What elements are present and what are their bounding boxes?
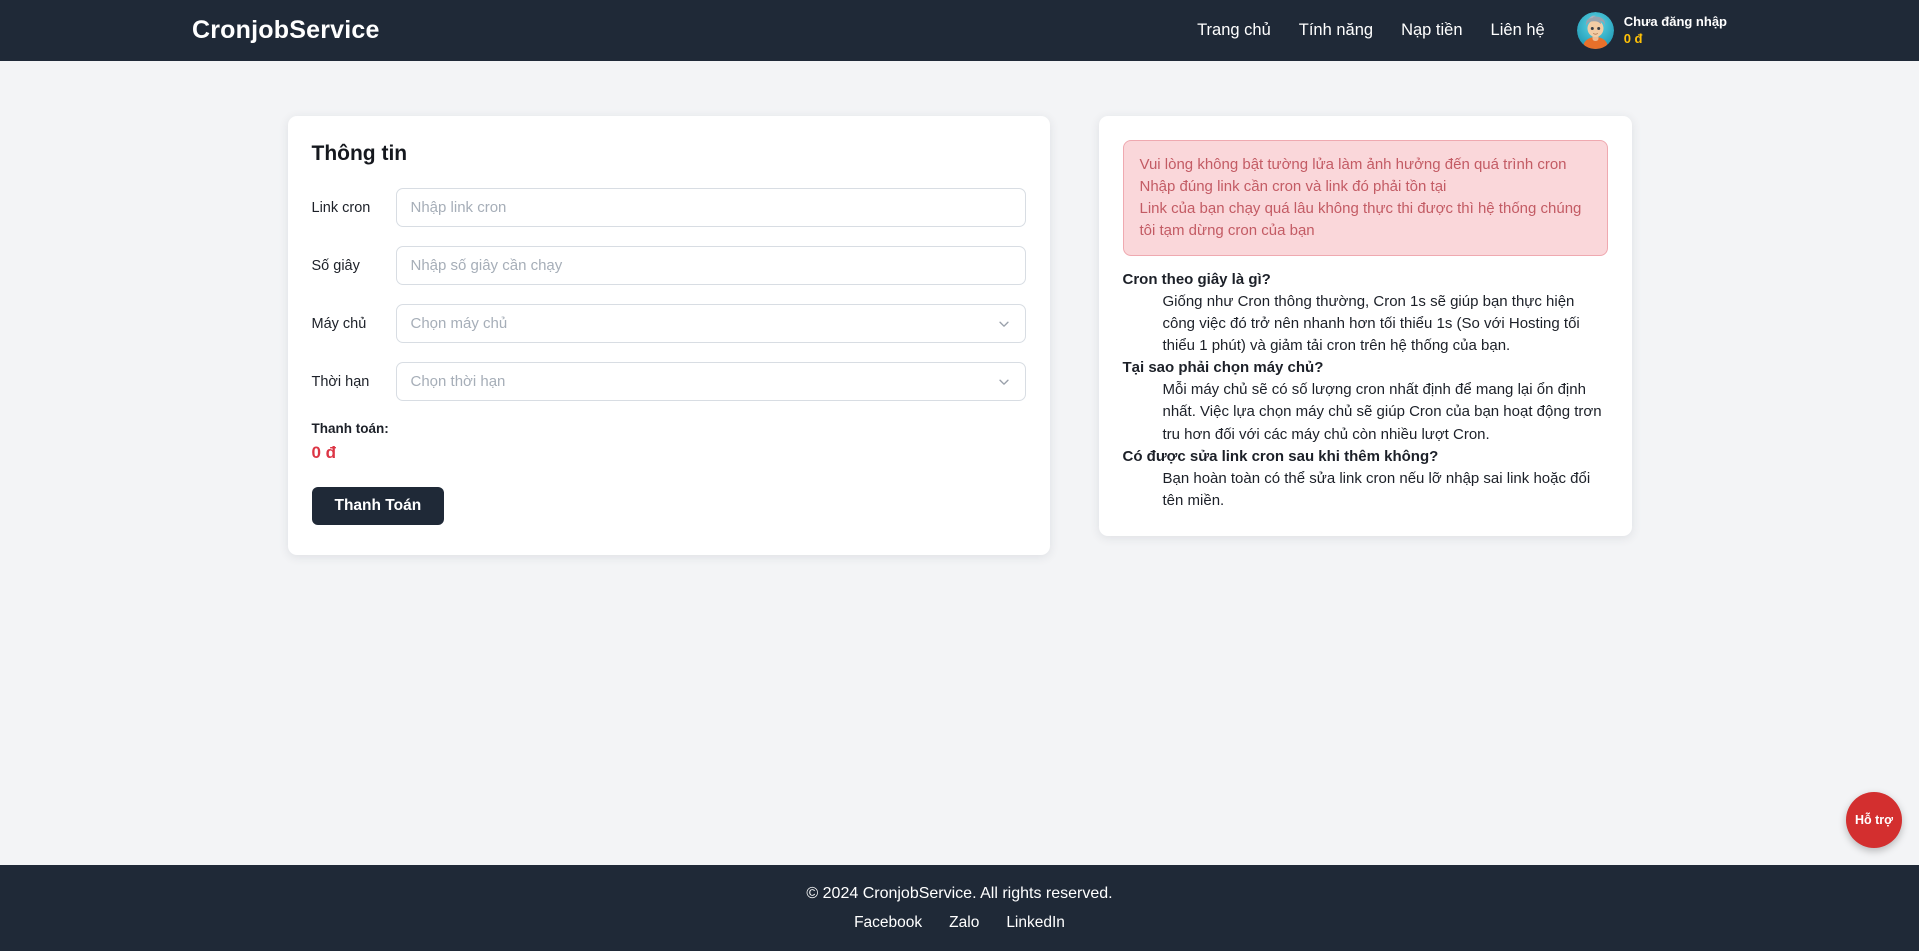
- nav-menu: Trang chủ Tính năng Nạp tiền Liên hệ: [1197, 12, 1727, 49]
- info-card: Vui lòng không bật tường lửa làm ảnh hưở…: [1099, 116, 1632, 536]
- navbar: CronjobService Trang chủ Tính năng Nạp t…: [0, 0, 1919, 61]
- footer-link-linkedin[interactable]: LinkedIn: [1006, 914, 1065, 932]
- warning-alert: Vui lòng không bật tường lửa làm ảnh hưở…: [1123, 140, 1608, 256]
- duration-select-placeholder: Chọn thời hạn: [411, 373, 506, 390]
- payment-label: Thanh toán:: [312, 421, 1026, 436]
- faq-question-3: Có được sửa link cron sau khi thêm không…: [1123, 446, 1608, 468]
- pay-button[interactable]: Thanh Toán: [312, 487, 445, 525]
- footer-link-zalo[interactable]: Zalo: [949, 914, 979, 932]
- footer: © 2024 CronjobService. All rights reserv…: [0, 865, 1919, 951]
- form-title: Thông tin: [312, 142, 1026, 166]
- duration-label: Thời hạn: [312, 374, 380, 390]
- chevron-down-icon: [997, 375, 1011, 389]
- server-select[interactable]: Chọn máy chủ: [396, 304, 1026, 343]
- nav-item-topup[interactable]: Nạp tiền: [1401, 21, 1462, 40]
- user-meta: Chưa đăng nhập 0 đ: [1624, 14, 1727, 47]
- payment-summary: Thanh toán: 0 đ: [312, 421, 1026, 463]
- seconds-label: Số giây: [312, 258, 380, 274]
- user-menu[interactable]: Chưa đăng nhập 0 đ: [1577, 12, 1727, 49]
- navbar-inner: CronjobService Trang chủ Tính năng Nạp t…: [192, 0, 1727, 61]
- form-row-duration: Thời hạn Chọn thời hạn: [312, 362, 1026, 401]
- brand-logo[interactable]: CronjobService: [192, 16, 380, 45]
- user-avatar: [1577, 12, 1614, 49]
- alert-line: Vui lòng không bật tường lửa làm ảnh hưở…: [1140, 154, 1591, 176]
- payment-amount: 0 đ: [312, 443, 1026, 463]
- link-cron-label: Link cron: [312, 200, 380, 216]
- faq-answer-3: Bạn hoàn toàn có thể sửa link cron nếu l…: [1123, 468, 1608, 512]
- faq-section: Cron theo giây là gì? Giống như Cron thô…: [1123, 269, 1608, 512]
- nav-item-home[interactable]: Trang chủ: [1197, 21, 1271, 40]
- main-content: Thông tin Link cron Số giây Máy chủ Chọn…: [0, 61, 1919, 865]
- cron-form-card: Thông tin Link cron Số giây Máy chủ Chọn…: [288, 116, 1050, 555]
- server-label: Máy chủ: [312, 316, 380, 332]
- chevron-down-icon: [997, 317, 1011, 331]
- server-select-placeholder: Chọn máy chủ: [411, 315, 508, 332]
- faq-answer-2: Mỗi máy chủ sẽ có số lượng cron nhất địn…: [1123, 379, 1608, 445]
- user-balance: 0 đ: [1624, 31, 1727, 47]
- alert-line: Link của bạn chạy quá lâu không thực thi…: [1140, 198, 1591, 242]
- user-login-status: Chưa đăng nhập: [1624, 14, 1727, 30]
- faq-question-2: Tại sao phải chọn máy chủ?: [1123, 357, 1608, 379]
- seconds-input[interactable]: [396, 246, 1026, 285]
- support-button[interactable]: Hỗ trợ: [1846, 792, 1902, 848]
- faq-question-1: Cron theo giây là gì?: [1123, 269, 1608, 291]
- form-row-seconds: Số giây: [312, 246, 1026, 285]
- footer-link-facebook[interactable]: Facebook: [854, 914, 922, 932]
- cartoon-boy-avatar-icon: [1577, 12, 1614, 49]
- form-row-server: Máy chủ Chọn máy chủ: [312, 304, 1026, 343]
- faq-answer-1: Giống như Cron thông thường, Cron 1s sẽ …: [1123, 291, 1608, 357]
- alert-line: Nhập đúng link cần cron và link đó phải …: [1140, 176, 1591, 198]
- footer-links: Facebook Zalo LinkedIn: [854, 914, 1065, 932]
- form-row-link-cron: Link cron: [312, 188, 1026, 227]
- copyright-text: © 2024 CronjobService. All rights reserv…: [806, 885, 1112, 903]
- duration-select[interactable]: Chọn thời hạn: [396, 362, 1026, 401]
- link-cron-input[interactable]: [396, 188, 1026, 227]
- nav-item-contact[interactable]: Liên hệ: [1491, 21, 1545, 40]
- nav-item-features[interactable]: Tính năng: [1299, 21, 1373, 40]
